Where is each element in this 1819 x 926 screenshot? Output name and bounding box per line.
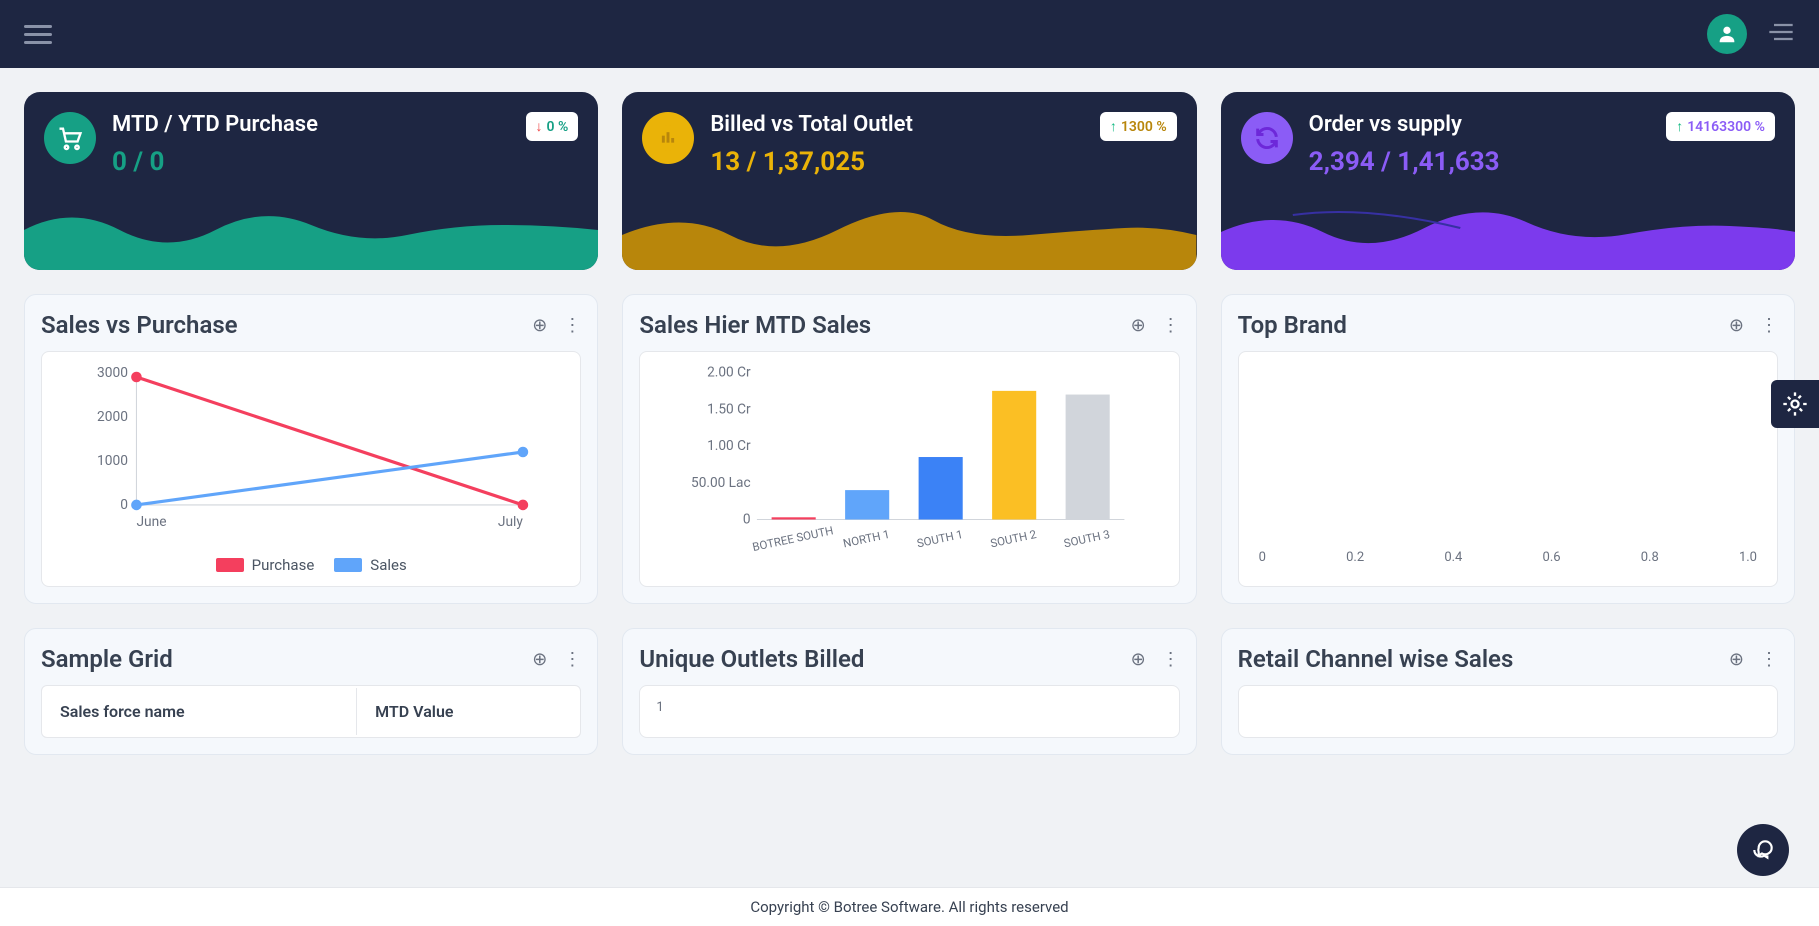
svg-text:3000: 3000 bbox=[97, 365, 128, 381]
footer-text: Copyright © Botree Software. All rights … bbox=[750, 898, 1068, 916]
svg-text:2000: 2000 bbox=[97, 409, 128, 425]
svg-text:July: July bbox=[498, 514, 524, 530]
panel-sales-hier: Sales Hier MTD Sales ⊕ ⋮ 0 50.00 Lac 1.00 … bbox=[622, 294, 1196, 604]
svg-text:1.50 Cr: 1.50 Cr bbox=[707, 401, 751, 417]
panel-top-brand: Top Brand ⊕ ⋮ 0 0.2 0.4 0.6 0.8 1.0 bbox=[1221, 294, 1795, 604]
cart-icon bbox=[44, 112, 96, 164]
dashboard-grid: MTD / YTD Purchase 0 / 0 ↓ 0 % Billed vs… bbox=[0, 68, 1819, 835]
x-axis-ticks: 0 0.2 0.4 0.6 0.8 1.0 bbox=[1249, 542, 1767, 565]
more-icon[interactable]: ⋮ bbox=[563, 315, 581, 336]
kpi-trend-badge: ↑ 1300 % bbox=[1100, 112, 1177, 141]
settings-floating-button[interactable] bbox=[1771, 380, 1819, 428]
chart-sales-vs-purchase: 0 1000 2000 3000 June July Purchase Sales bbox=[41, 351, 581, 587]
arrow-down-icon: ↓ bbox=[536, 118, 543, 135]
svg-text:0: 0 bbox=[120, 497, 128, 513]
kpi-badge-value: 1300 % bbox=[1121, 119, 1167, 135]
panel-unique-outlets: Unique Outlets Billed ⊕ ⋮ 1 bbox=[622, 628, 1196, 755]
kpi-value: 0 / 0 bbox=[112, 147, 578, 177]
zoom-icon[interactable]: ⊕ bbox=[1131, 315, 1146, 336]
bar-chart-icon bbox=[642, 112, 694, 164]
kpi-trend-badge: ↑ 14163300 % bbox=[1666, 112, 1775, 141]
kpi-trend-badge: ↓ 0 % bbox=[526, 112, 579, 141]
y-tick: 1 bbox=[650, 700, 663, 715]
panel-title: Retail Channel wise Sales bbox=[1238, 645, 1514, 673]
svg-text:1.00 Cr: 1.00 Cr bbox=[707, 438, 751, 454]
kpi-value: 2,394 / 1,41,633 bbox=[1309, 147, 1775, 177]
chart-retail-channel bbox=[1238, 685, 1778, 738]
kpi-mtd-ytd-purchase[interactable]: MTD / YTD Purchase 0 / 0 ↓ 0 % bbox=[24, 92, 598, 270]
svg-text:SOUTH 3: SOUTH 3 bbox=[1063, 527, 1112, 550]
wave-decoration bbox=[622, 200, 1196, 270]
user-avatar[interactable] bbox=[1707, 14, 1747, 54]
chart-sales-hier: 0 50.00 Lac 1.00 Cr 1.50 Cr 2.00 Cr BOTREE SO… bbox=[639, 351, 1179, 587]
refresh-icon bbox=[1241, 112, 1293, 164]
menu-toggle[interactable] bbox=[24, 25, 52, 44]
svg-text:BOTREE SOUTH: BOTREE SOUTH bbox=[751, 523, 834, 554]
svg-text:1000: 1000 bbox=[97, 453, 128, 469]
panel-sample-grid: Sample Grid ⊕ ⋮ Sales force name MTD Val… bbox=[24, 628, 598, 755]
gear-icon bbox=[1781, 390, 1809, 418]
svg-text:50.00 Lac: 50.00 Lac bbox=[691, 475, 751, 491]
arrow-up-icon: ↑ bbox=[1110, 118, 1117, 135]
svg-text:June: June bbox=[136, 514, 166, 530]
arrow-up-icon: ↑ bbox=[1676, 118, 1683, 135]
svg-text:SOUTH 1: SOUTH 1 bbox=[916, 527, 965, 550]
chart-unique-outlets: 1 bbox=[639, 685, 1179, 738]
user-icon bbox=[1716, 23, 1738, 45]
table-header[interactable]: Sales force name bbox=[44, 688, 357, 735]
kpi-value: 13 / 1,37,025 bbox=[710, 147, 1176, 177]
kpi-badge-value: 14163300 % bbox=[1687, 119, 1765, 135]
legend-purchase[interactable]: Purchase bbox=[216, 556, 315, 574]
svg-text:SOUTH 2: SOUTH 2 bbox=[989, 527, 1038, 551]
kpi-title: MTD / YTD Purchase bbox=[112, 112, 578, 137]
zoom-icon[interactable]: ⊕ bbox=[1729, 315, 1744, 336]
chat-floating-button[interactable] bbox=[1737, 824, 1789, 876]
more-icon[interactable]: ⋮ bbox=[1162, 315, 1180, 336]
svg-text:NORTH 1: NORTH 1 bbox=[842, 527, 891, 551]
panel-sales-vs-purchase: Sales vs Purchase ⊕ ⋮ 0 1000 2000 3000 June J… bbox=[24, 294, 598, 604]
zoom-icon[interactable]: ⊕ bbox=[1729, 649, 1744, 670]
chat-icon bbox=[1750, 837, 1776, 863]
table-header[interactable]: MTD Value bbox=[359, 688, 578, 735]
svg-text:0: 0 bbox=[743, 512, 751, 528]
footer: Copyright © Botree Software. All rights … bbox=[0, 887, 1819, 926]
panel-title: Top Brand bbox=[1238, 311, 1347, 339]
more-icon[interactable]: ⋮ bbox=[1760, 315, 1778, 336]
top-bar bbox=[0, 0, 1819, 68]
more-icon[interactable]: ⋮ bbox=[563, 649, 581, 670]
legend-sales[interactable]: Sales bbox=[334, 556, 406, 574]
right-menu-toggle[interactable] bbox=[1767, 18, 1795, 50]
more-icon[interactable]: ⋮ bbox=[1162, 649, 1180, 670]
wave-decoration bbox=[24, 200, 598, 270]
zoom-icon[interactable]: ⊕ bbox=[532, 315, 547, 336]
more-icon[interactable]: ⋮ bbox=[1760, 649, 1778, 670]
panel-retail-channel: Retail Channel wise Sales ⊕ ⋮ bbox=[1221, 628, 1795, 755]
kpi-badge-value: 0 % bbox=[547, 119, 569, 135]
panel-title: Sales Hier MTD Sales bbox=[639, 311, 871, 339]
panel-title: Sample Grid bbox=[41, 645, 173, 673]
sample-grid-table: Sales force name MTD Value bbox=[41, 685, 581, 738]
kpi-billed-vs-total[interactable]: Billed vs Total Outlet 13 / 1,37,025 ↑ 1… bbox=[622, 92, 1196, 270]
lines-icon bbox=[1767, 18, 1795, 46]
zoom-icon[interactable]: ⊕ bbox=[532, 649, 547, 670]
panel-title: Unique Outlets Billed bbox=[639, 645, 864, 673]
wave-decoration bbox=[1221, 200, 1795, 270]
svg-text:2.00 Cr: 2.00 Cr bbox=[707, 365, 751, 381]
zoom-icon[interactable]: ⊕ bbox=[1131, 649, 1146, 670]
kpi-order-vs-supply[interactable]: Order vs supply 2,394 / 1,41,633 ↑ 14163… bbox=[1221, 92, 1795, 270]
chart-top-brand: 0 0.2 0.4 0.6 0.8 1.0 bbox=[1238, 351, 1778, 587]
panel-title: Sales vs Purchase bbox=[41, 311, 238, 339]
